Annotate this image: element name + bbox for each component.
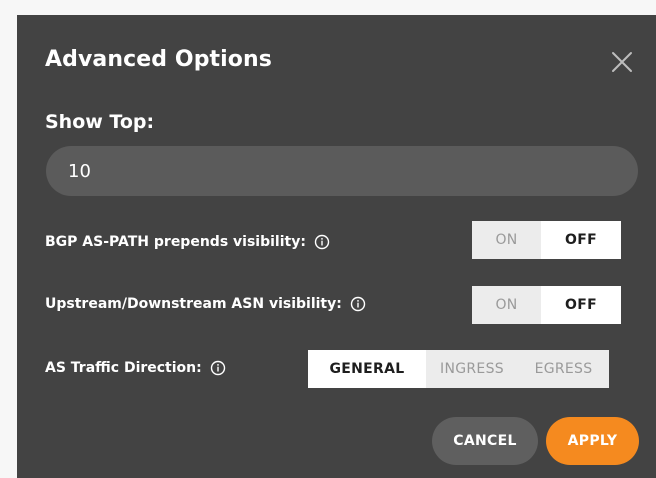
asn-visibility-label: Upstream/Downstream ASN visibility: xyxy=(45,296,342,312)
traffic-direction-egress-option[interactable]: EGRESS xyxy=(518,350,609,388)
show-top-field xyxy=(46,146,638,196)
asn-visibility-toggle: ON OFF xyxy=(472,286,621,324)
asn-visibility-on-option[interactable]: ON xyxy=(472,286,541,324)
info-icon[interactable] xyxy=(210,360,226,376)
bgp-prepends-label-row: BGP AS-PATH prepends visibility: xyxy=(45,234,330,250)
apply-button[interactable]: APPLY xyxy=(546,417,639,465)
show-top-label: Show Top: xyxy=(45,111,155,133)
dialog-title: Advanced Options xyxy=(45,47,272,72)
bgp-prepends-toggle: ON OFF xyxy=(472,221,621,259)
traffic-direction-label: AS Traffic Direction: xyxy=(45,360,202,376)
close-icon xyxy=(610,50,634,74)
asn-visibility-off-option[interactable]: OFF xyxy=(541,286,621,324)
asn-visibility-label-row: Upstream/Downstream ASN visibility: xyxy=(45,296,366,312)
bgp-prepends-off-option[interactable]: OFF xyxy=(541,221,621,259)
show-top-input[interactable] xyxy=(46,146,628,196)
close-button[interactable] xyxy=(610,50,634,74)
traffic-direction-label-row: AS Traffic Direction: xyxy=(45,360,226,376)
bgp-prepends-on-option[interactable]: ON xyxy=(472,221,541,259)
traffic-direction-selector: GENERAL INGRESS EGRESS xyxy=(308,350,609,388)
traffic-direction-ingress-option[interactable]: INGRESS xyxy=(426,350,518,388)
bgp-prepends-label: BGP AS-PATH prepends visibility: xyxy=(45,234,306,250)
info-icon[interactable] xyxy=(314,234,330,250)
cancel-button[interactable]: CANCEL xyxy=(432,417,538,465)
info-icon[interactable] xyxy=(350,296,366,312)
traffic-direction-general-option[interactable]: GENERAL xyxy=(308,350,426,388)
advanced-options-dialog: Advanced Options Show Top: BGP AS-PATH p… xyxy=(17,15,656,478)
